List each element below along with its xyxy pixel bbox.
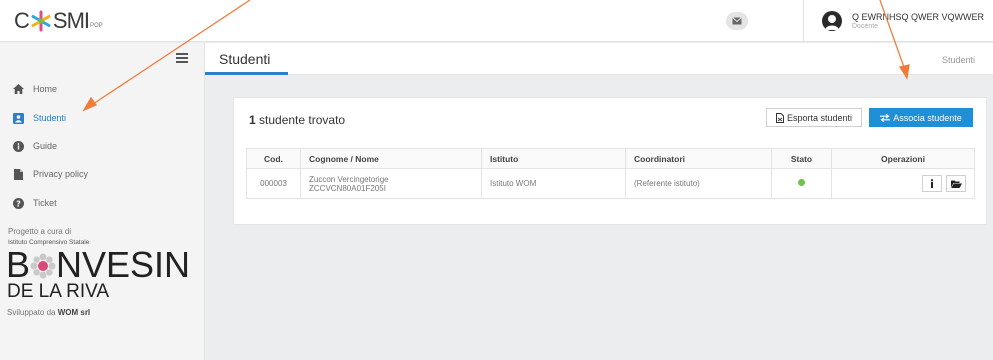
- sidebar-item-guide[interactable]: Guide: [12, 138, 192, 154]
- app-logo[interactable]: C SMI POP: [14, 8, 103, 34]
- school-logo-subtitle: DE LA RIVA: [7, 281, 110, 302]
- menu-toggle-icon[interactable]: [176, 53, 188, 63]
- cell-name: Zuccon Vercingetorige ZCCVCN80A01F205I: [300, 168, 482, 199]
- cell-status: [771, 168, 832, 199]
- table-row: 000003 Zuccon Vercingetorige ZCCVCN80A01…: [246, 168, 975, 199]
- page-title: Studenti: [219, 51, 271, 67]
- students-card: 1 studente trovato Esporta studenti Asso…: [233, 97, 987, 225]
- info-icon: [12, 140, 24, 152]
- snowflake-logo-icon: [31, 10, 51, 32]
- sidebar-item-label: Studenti: [33, 113, 67, 123]
- exchange-icon: [880, 113, 891, 122]
- column-header-code[interactable]: Cod.: [246, 148, 301, 169]
- svg-text:?: ?: [16, 199, 21, 208]
- avatar[interactable]: [822, 11, 842, 31]
- status-dot: [798, 179, 805, 186]
- school-logo: B NVESIN: [6, 246, 190, 284]
- user-icon: [12, 112, 24, 124]
- sidebar-item-label: Home: [33, 84, 58, 94]
- messages-button[interactable]: [726, 12, 748, 30]
- student-tax-code: ZCCVCN80A01F205I: [309, 183, 386, 193]
- logo-suffix: POP: [90, 23, 103, 29]
- tab-underline: [205, 72, 288, 75]
- sidebar-item-studenti[interactable]: Studenti: [12, 110, 192, 126]
- sidebar: Home Studenti Guide Privacy policy ? Tic…: [0, 43, 205, 360]
- question-icon: ?: [12, 197, 24, 209]
- school-logo-rest: NVESIN: [56, 244, 191, 285]
- folder-open-icon: [950, 180, 962, 188]
- cell-coordinators: (Referente istituto): [625, 168, 772, 199]
- flower-logo-icon: [30, 253, 56, 279]
- top-bar: C SMI POP Q EWRNHSQ QWER VQWWER Docente: [0, 0, 993, 42]
- cell-institute: Istituto WOM: [481, 168, 626, 199]
- credit-title: Progetto a cura di: [8, 227, 72, 236]
- column-header-status[interactable]: Stato: [771, 148, 832, 169]
- developer-company: WOM srl: [57, 308, 91, 317]
- envelope-icon: [732, 17, 742, 25]
- export-file-icon: [775, 112, 784, 123]
- column-header-name[interactable]: Cognome / Nome: [300, 148, 482, 169]
- cell-operations: [831, 168, 975, 199]
- home-icon: [12, 83, 24, 95]
- file-icon: [12, 168, 24, 180]
- sidebar-item-privacy-policy[interactable]: Privacy policy: [12, 166, 192, 182]
- column-header-institute[interactable]: Istituto: [481, 148, 626, 169]
- breadcrumb[interactable]: Studenti: [942, 55, 975, 65]
- result-count: 1 studente trovato: [249, 113, 346, 127]
- open-folder-button[interactable]: [946, 175, 966, 192]
- user-name[interactable]: Q EWRNHSQ QWER VQWWER: [852, 12, 984, 22]
- developer-credit: Sviluppato da WOM srl: [7, 308, 91, 317]
- school-logo-b: B: [6, 244, 31, 285]
- column-header-coordinators[interactable]: Coordinatori: [625, 148, 772, 169]
- logo-text: SMI: [52, 8, 90, 33]
- info-button[interactable]: [922, 175, 942, 192]
- user-role: Docente: [852, 23, 879, 30]
- associate-student-button[interactable]: Associa studente: [869, 108, 973, 127]
- info-letter-icon: [930, 179, 934, 188]
- column-header-operations: Operazioni: [831, 148, 975, 169]
- sidebar-item-home[interactable]: Home: [12, 81, 192, 97]
- student-name: Zuccon Vercingetorige: [309, 174, 389, 184]
- students-table: Cod. Cognome / Nome Istituto Coordinator…: [246, 148, 975, 199]
- logo-letter-c: C: [14, 8, 30, 33]
- user-divider: [803, 0, 804, 42]
- sidebar-item-label: Privacy policy: [33, 169, 89, 179]
- sidebar-item-ticket[interactable]: ? Ticket: [12, 195, 192, 211]
- export-students-button[interactable]: Esporta studenti: [766, 108, 862, 127]
- cell-code: 000003: [246, 168, 301, 199]
- user-avatar-icon: [825, 15, 839, 30]
- page-header: Studenti Studenti: [205, 43, 993, 75]
- sidebar-item-label: Ticket: [33, 198, 57, 208]
- sidebar-item-label: Guide: [33, 141, 58, 151]
- table-header-row: Cod. Cognome / Nome Istituto Coordinator…: [246, 148, 975, 169]
